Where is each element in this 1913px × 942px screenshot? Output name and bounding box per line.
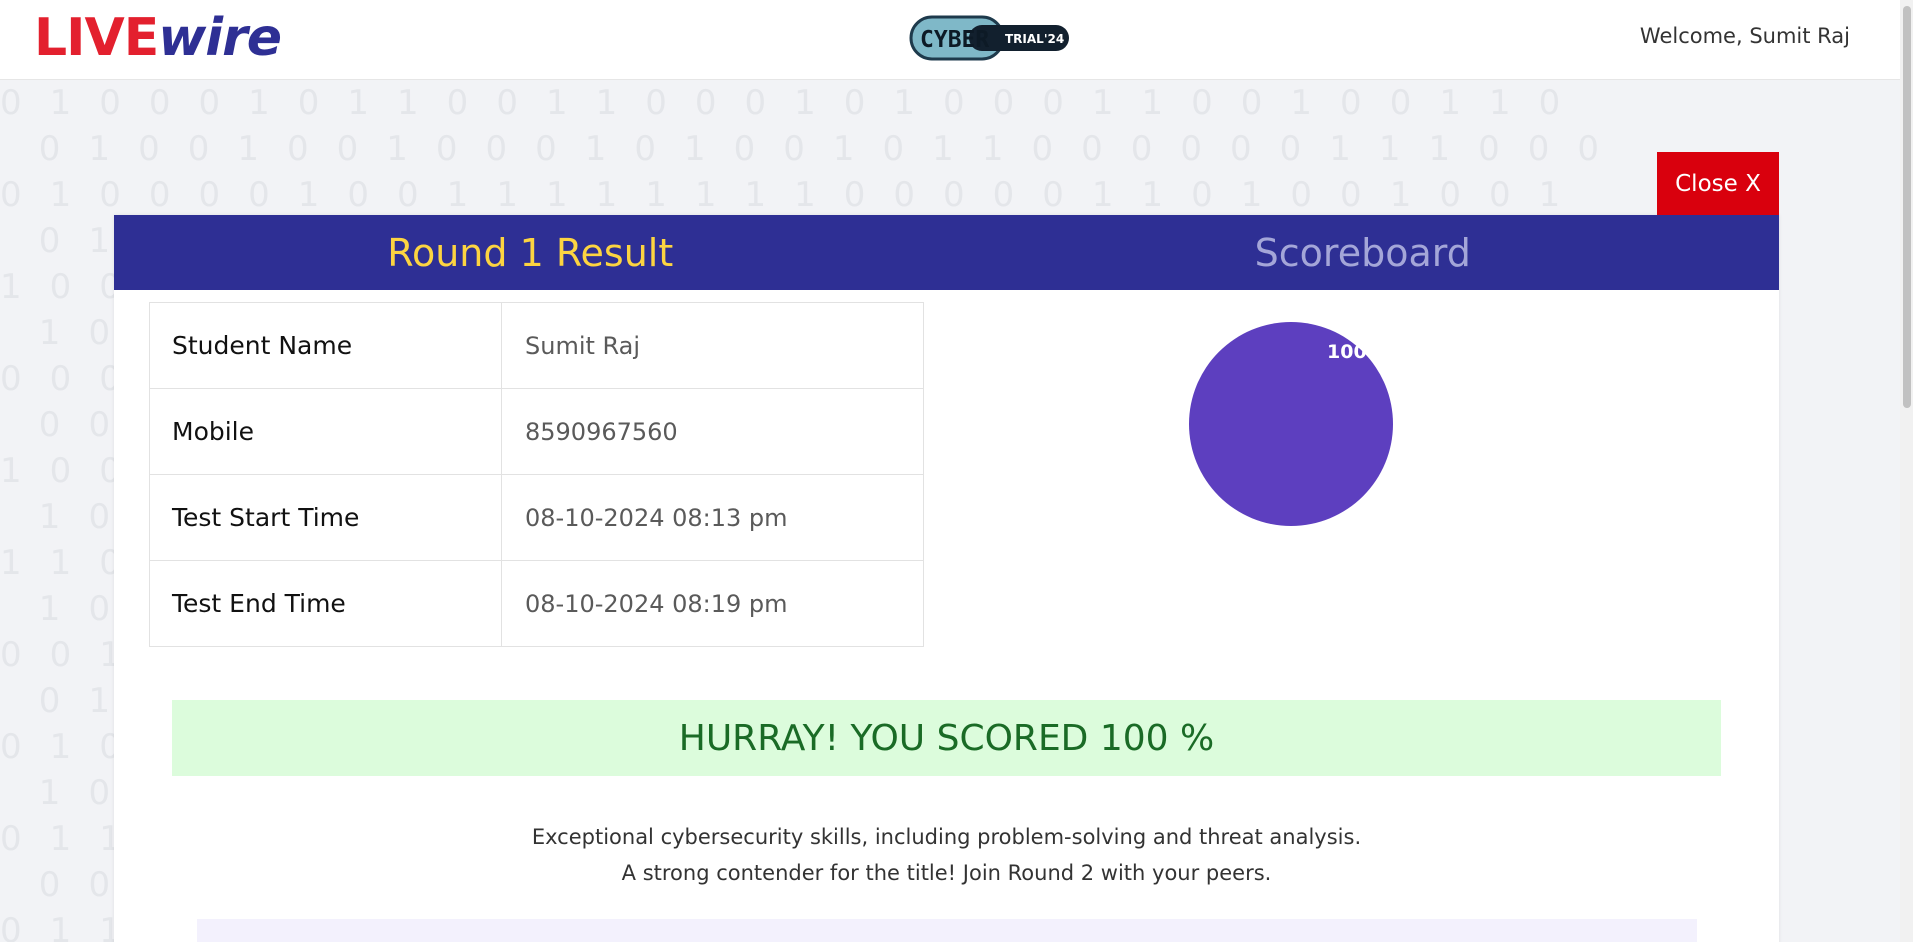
result-tabs: Round 1 Result Scoreboard: [114, 215, 1779, 290]
scrollbar-thumb[interactable]: [1903, 6, 1911, 408]
page-scrollbar[interactable]: [1900, 0, 1913, 942]
badge-trial-text: TRIAL'24: [1005, 32, 1064, 46]
detail-value: Sumit Raj: [501, 302, 924, 389]
table-row: Student Name Sumit Raj: [149, 302, 924, 389]
table-row: Mobile 8590967560: [149, 388, 924, 475]
tab-scoreboard[interactable]: Scoreboard: [947, 215, 1780, 290]
detail-label: Test Start Time: [149, 474, 502, 561]
detail-value: 8590967560: [501, 388, 924, 475]
result-card: Round 1 Result Scoreboard Student Name S…: [114, 215, 1779, 942]
detail-value: 08-10-2024 08:13 pm: [501, 474, 924, 561]
pie-svg: 100%: [1189, 322, 1393, 526]
student-details-table: Student Name Sumit Raj Mobile 8590967560…: [149, 302, 924, 647]
round-2-panel: [197, 919, 1697, 942]
tab-round-1-result[interactable]: Round 1 Result: [114, 215, 947, 290]
message-line: Exceptional cybersecurity skills, includ…: [531, 825, 1362, 849]
top-header: LIVEwire CYBER TRIAL'24 Welcome, Sumit R…: [0, 0, 1900, 80]
pie-slice-label: 100%: [1327, 341, 1386, 363]
detail-value: 08-10-2024 08:19 pm: [501, 560, 924, 647]
welcome-message: Welcome, Sumit Raj: [1639, 24, 1850, 48]
table-row: Test Start Time 08-10-2024 08:13 pm: [149, 474, 924, 561]
result-message: Exceptional cybersecurity skills, includ…: [114, 819, 1779, 891]
close-button[interactable]: Close X: [1657, 152, 1779, 215]
livewire-logo[interactable]: LIVEwire: [34, 8, 282, 68]
cyber-trial-badge: CYBER TRIAL'24: [909, 15, 1069, 61]
message-line: A strong contender for the title! Join R…: [621, 861, 1272, 885]
detail-label: Student Name: [149, 302, 502, 389]
detail-label: Test End Time: [149, 560, 502, 647]
score-pie-chart: 100%: [1186, 319, 1396, 529]
detail-label: Mobile: [149, 388, 502, 475]
score-banner: HURRAY! YOU SCORED 100 %: [172, 700, 1721, 776]
table-row: Test End Time 08-10-2024 08:19 pm: [149, 560, 924, 647]
badge-cyber-text: CYBER: [920, 27, 989, 53]
